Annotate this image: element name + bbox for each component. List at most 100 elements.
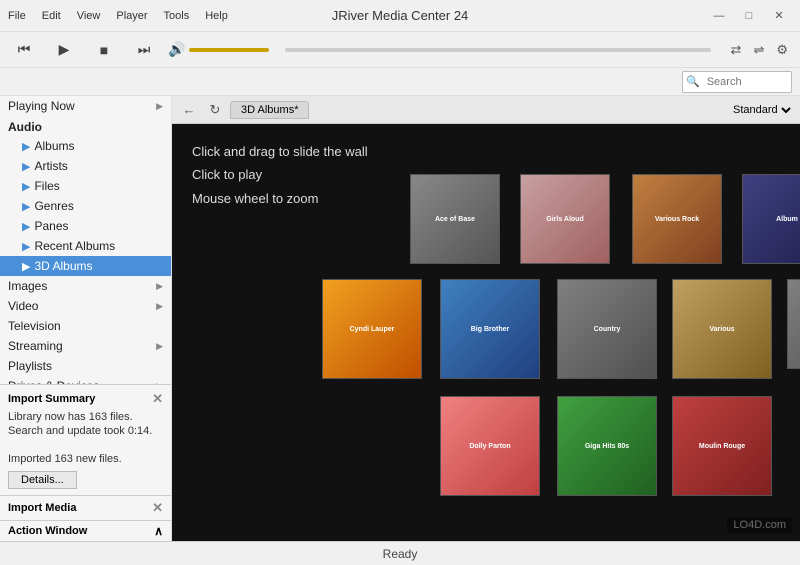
hint-1: Click and drag to slide the wall [192, 140, 368, 163]
album-cover-6[interactable]: Big Brother [440, 279, 540, 379]
volume-slider[interactable] [189, 48, 269, 52]
sidebar-section: Playing Now ▶ Audio ▶ Albums ▶ Artists ▶… [0, 96, 171, 384]
album-cover-2[interactable]: Girls Aloud [520, 174, 610, 264]
sidebar-item-genres[interactable]: ▶ Genres [0, 196, 171, 216]
summary-line-2: Search and update took 0:14. [8, 425, 163, 437]
search-box: 🔍 [682, 71, 792, 93]
details-button[interactable]: Details... [8, 471, 77, 489]
album-cover-4[interactable]: Album [742, 174, 800, 264]
files-icon: ▶ [22, 180, 30, 193]
menu-view[interactable]: View [77, 10, 101, 22]
audio-label: Audio [8, 120, 42, 134]
video-label: Video [8, 299, 38, 313]
search-input[interactable] [703, 76, 788, 88]
sidebar-item-albums[interactable]: ▶ Albums [0, 136, 171, 156]
images-arrow: ▶ [156, 281, 163, 292]
album-label-11: Giga Hits 80s [558, 397, 656, 495]
stop-button[interactable]: ■ [88, 36, 120, 64]
summary-close-button[interactable]: ✕ [152, 391, 163, 407]
sidebar-item-playlists[interactable]: Playlists [0, 356, 171, 376]
albums-icon: ▶ [22, 140, 30, 153]
album-label-12: Moulin Rouge [673, 397, 771, 495]
files-label: Files [34, 179, 59, 193]
summary-panel: Import Summary ✕ Library now has 163 fil… [0, 384, 171, 495]
sidebar-item-artists[interactable]: ▶ Artists [0, 156, 171, 176]
back-button[interactable]: ← [178, 99, 200, 121]
content-area: ← ↻ 3D Albums* Standard 3D Wall Click an… [172, 96, 800, 541]
action-window-arrow[interactable]: ∧ [154, 524, 163, 538]
album-label-10: Dolly Parton [441, 397, 539, 495]
sidebar-item-recent-albums[interactable]: ▶ Recent Albums [0, 236, 171, 256]
album-cover-7[interactable]: Country [557, 279, 657, 379]
album-cover-3[interactable]: Various Rock [632, 174, 722, 264]
import-media-close-button[interactable]: ✕ [152, 500, 163, 516]
action-window-row: Action Window ∧ [0, 520, 171, 541]
search-bar: 🔍 [0, 68, 800, 96]
refresh-button[interactable]: ↻ [204, 99, 226, 121]
sidebar-item-3d-albums[interactable]: ▶ 3D Albums [0, 256, 171, 276]
view-selector[interactable]: Standard 3D Wall [729, 103, 794, 117]
seek-bar[interactable] [285, 48, 710, 52]
transport-bar: ⏮ ▶ ■ ⏭ 🔊 ⇄ ⇌ ⚙ [0, 32, 800, 68]
import-media-row: Import Media ✕ [0, 495, 171, 520]
settings-icon[interactable]: ⚙ [772, 40, 792, 60]
panes-icon: ▶ [22, 220, 30, 233]
minimize-button[interactable]: — [706, 6, 732, 26]
video-arrow: ▶ [156, 301, 163, 312]
album-cover-10[interactable]: Dolly Parton [440, 396, 540, 496]
window-controls: — □ ✕ [706, 6, 792, 26]
album-cover-8[interactable]: Various [672, 279, 772, 379]
sidebar-category-audio[interactable]: Audio [0, 116, 171, 136]
menu-edit[interactable]: Edit [42, 10, 61, 22]
summary-line-3 [8, 439, 163, 451]
prev-button[interactable]: ⏮ [8, 36, 40, 64]
album-label-4: Album [743, 175, 800, 263]
shuffle-button[interactable]: ⇌ [749, 40, 768, 60]
menu-player[interactable]: Player [116, 10, 147, 22]
app-title: JRiver Media Center 24 [332, 8, 469, 23]
album-cover-1[interactable]: Ace of Base [410, 174, 500, 264]
album-cover-11[interactable]: Giga Hits 80s [557, 396, 657, 496]
sidebar-item-panes[interactable]: ▶ Panes [0, 216, 171, 236]
album-label-6: Big Brother [441, 280, 539, 378]
streaming-arrow: ▶ [156, 341, 163, 352]
playing-now-label: Playing Now [8, 99, 75, 113]
title-bar: File Edit View Player Tools Help JRiver … [0, 0, 800, 32]
menu-tools[interactable]: Tools [164, 10, 190, 22]
tab-3d-albums[interactable]: 3D Albums* [230, 101, 309, 119]
repeat-button[interactable]: ⇄ [727, 40, 746, 60]
sidebar-item-drives-devices[interactable]: Drives & Devices ▶ [0, 376, 171, 384]
volume-icon: 🔊 [168, 41, 185, 58]
transport-right-controls: ⇄ ⇌ ⚙ [727, 40, 792, 60]
play-button[interactable]: ▶ [48, 36, 80, 64]
genres-label: Genres [34, 199, 73, 213]
album-label-3: Various Rock [633, 175, 721, 263]
album-cover-5[interactable]: Cyndi Lauper [322, 279, 422, 379]
summary-title: Import Summary [8, 393, 95, 405]
panes-label: Panes [34, 219, 68, 233]
toolbar-right: Standard 3D Wall [729, 102, 794, 117]
close-button[interactable]: ✕ [766, 6, 792, 26]
sidebar-item-files[interactable]: ▶ Files [0, 176, 171, 196]
album-wall[interactable]: Click and drag to slide the wall Click t… [172, 124, 800, 541]
next-button[interactable]: ⏭ [128, 36, 160, 64]
sidebar-item-images[interactable]: Images ▶ [0, 276, 171, 296]
3d-albums-label: 3D Albums [34, 259, 92, 273]
recent-albums-icon: ▶ [22, 240, 30, 253]
content-toolbar: ← ↻ 3D Albums* Standard 3D Wall [172, 96, 800, 124]
sidebar-item-video[interactable]: Video ▶ [0, 296, 171, 316]
album-cover-9[interactable]: Album [787, 279, 800, 369]
album-cover-12[interactable]: Moulin Rouge [672, 396, 772, 496]
sidebar-item-television[interactable]: Television [0, 316, 171, 336]
artists-icon: ▶ [22, 160, 30, 173]
menu-help[interactable]: Help [205, 10, 228, 22]
maximize-button[interactable]: □ [736, 6, 762, 26]
recent-albums-label: Recent Albums [34, 239, 115, 253]
hint-3: Mouse wheel to zoom [192, 187, 368, 210]
album-label-8: Various [673, 280, 771, 378]
sidebar-item-playing-now[interactable]: Playing Now ▶ [0, 96, 171, 116]
3d-albums-icon: ▶ [22, 260, 30, 273]
sidebar-item-streaming[interactable]: Streaming ▶ [0, 336, 171, 356]
menu-file[interactable]: File [8, 10, 26, 22]
playlists-label: Playlists [8, 359, 52, 373]
